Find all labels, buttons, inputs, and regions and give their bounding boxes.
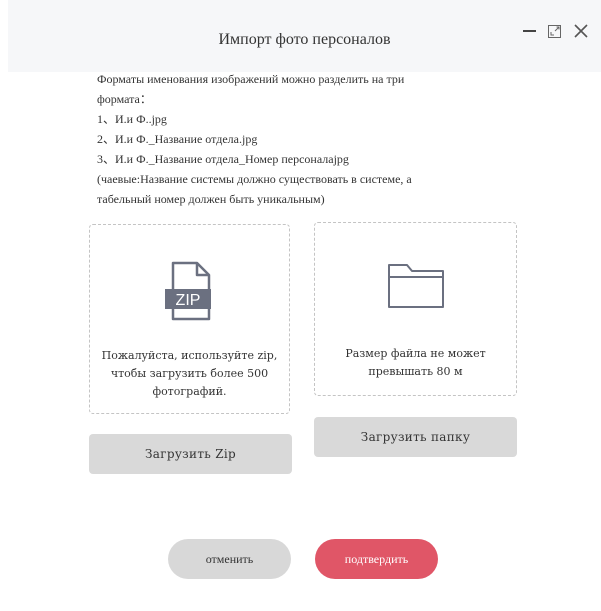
zip-hint: Пожалуйста, используйте zip, чтобы загру…: [94, 347, 285, 401]
maximize-icon[interactable]: [546, 22, 564, 40]
folder-hint: Размер файла не может превышать 80 м: [319, 345, 512, 381]
instruction-line: табельный номер должен быть уникальным): [97, 192, 325, 206]
zip-drop-area[interactable]: ZIP Пожалуйста, используйте zip, чтобы з…: [89, 224, 290, 414]
instruction-line: 2、И.и Ф._Название отдела.jpg: [97, 132, 258, 146]
instruction-line: Форматы именования изображений можно раз…: [97, 72, 405, 86]
instruction-line: 1、И.и Ф..jpg: [97, 112, 167, 126]
close-icon[interactable]: [572, 22, 590, 40]
instruction-line: (чаевые:Название системы должно существо…: [97, 172, 412, 186]
dialog-header: Импорт фото персоналов: [8, 0, 601, 72]
zip-icon-label: ZIP: [175, 292, 200, 309]
cancel-button[interactable]: отменить: [168, 539, 291, 579]
instruction-line: формата：: [97, 92, 152, 106]
zip-file-icon: ZIP: [163, 261, 217, 326]
upload-folder-button[interactable]: Загрузить папку: [314, 417, 517, 457]
folder-drop-area[interactable]: Размер файла не может превышать 80 м: [314, 222, 517, 396]
import-photos-dialog: Импорт фото персоналов Форматы именовани…: [0, 0, 601, 611]
folder-hint-line: Размер файла не может: [345, 347, 486, 360]
folder-icon: [387, 261, 445, 314]
upload-zip-button[interactable]: Загрузить Zip: [89, 434, 292, 474]
instruction-line: 3、И.и Ф._Название отдела_Номер персонала…: [97, 152, 349, 166]
zip-hint-line: Пожалуйста, используйте zip,: [101, 349, 278, 362]
dialog-title: Импорт фото персоналов: [218, 31, 391, 48]
zip-hint-line: чтобы загрузить более 500: [110, 367, 269, 380]
folder-hint-line: превышать 80 м: [368, 365, 463, 378]
zip-hint-line: фотографий.: [152, 385, 227, 398]
minimize-icon[interactable]: [521, 22, 539, 40]
confirm-button[interactable]: подтвердить: [315, 539, 438, 579]
naming-instructions: Форматы именования изображений можно раз…: [97, 69, 497, 209]
